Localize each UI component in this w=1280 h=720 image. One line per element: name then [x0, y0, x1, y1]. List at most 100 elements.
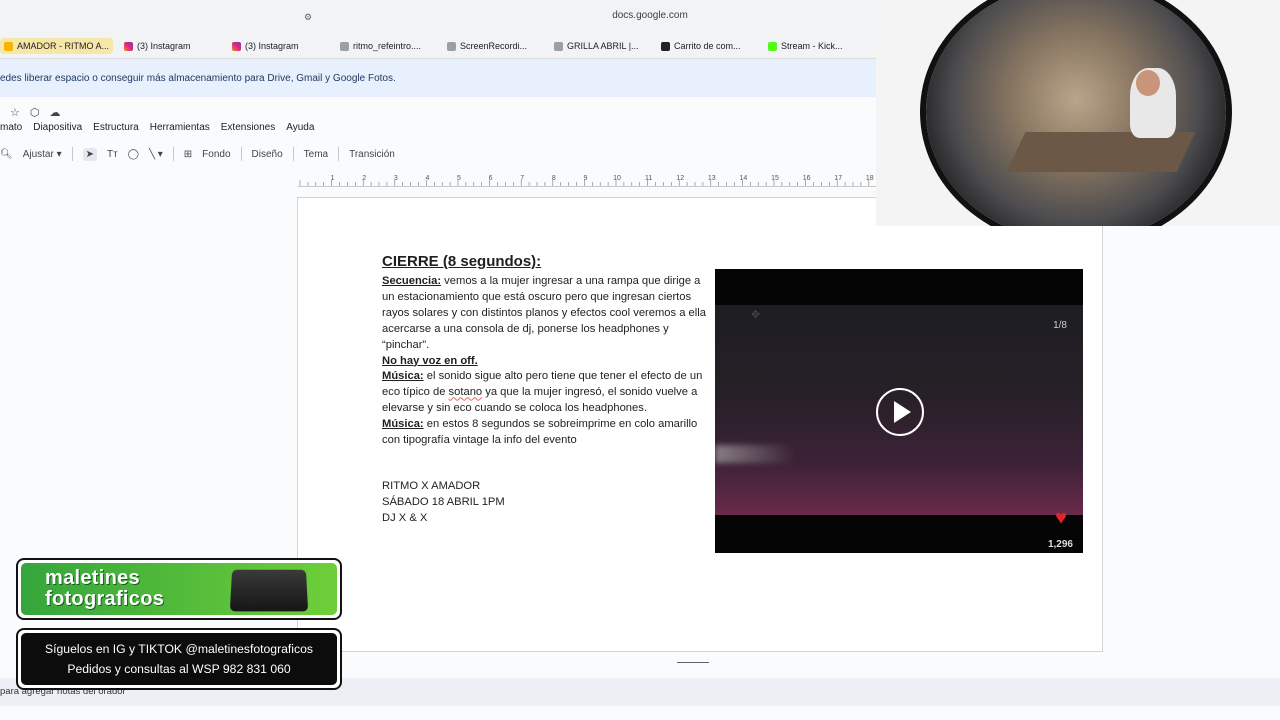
ruler-label: 2 — [362, 175, 366, 182]
promo-brand-line: maletines — [45, 567, 140, 589]
video-counter: 1/8 — [1053, 320, 1067, 331]
event-line: DJ X & X — [382, 511, 428, 524]
cloud-icon[interactable]: ☁ — [49, 106, 60, 119]
slide-body-text[interactable]: Secuencia: vemos a la mujer ingresar a u… — [382, 274, 712, 449]
toolbar-separator — [338, 147, 340, 161]
storage-banner-text: edes liberar espacio o conseguir más alm… — [0, 73, 396, 84]
instagram-icon — [232, 41, 241, 51]
musica-label: Música: — [382, 370, 424, 383]
instagram-icon — [124, 41, 133, 51]
ruler-label: 7 — [520, 175, 524, 182]
diseno-button[interactable]: Diseño — [252, 149, 283, 160]
ruler-ticks: 1 2 3 4 5 6 7 8 9 10 11 12 13 14 15 16 17 18 — [299, 175, 874, 186]
embedded-video[interactable]: 1/8 ♥ 1,296 — [715, 269, 1083, 553]
toolbar-separator — [292, 147, 294, 161]
social-banner-inner: Síguelos en IG y TIKTOK @maletinesfotogr… — [21, 633, 337, 685]
ruler-label: 4 — [425, 175, 429, 182]
cart-icon — [661, 41, 670, 51]
tab-amador[interactable]: AMADOR - RITMO A... — [0, 38, 114, 54]
tab-label: (3) Instagram — [245, 41, 299, 51]
text-box-icon[interactable]: Tт — [107, 149, 118, 160]
tab-instagram-1[interactable]: (3) Instagram — [124, 38, 191, 54]
misspelled-word: sotano — [448, 386, 483, 399]
fondo-button[interactable]: Fondo — [202, 149, 230, 160]
transicion-button[interactable]: Transición — [349, 149, 395, 160]
promo-brand: maletines fotograficos — [45, 568, 164, 610]
camera-case-image — [229, 569, 309, 612]
tab-ritmo-refeintro[interactable]: ritmo_refeintro.... — [340, 38, 421, 54]
drive-move-icon[interactable]: ⬡ — [30, 106, 40, 119]
toolbar-separator — [71, 147, 73, 161]
ruler-label: 18 — [866, 175, 874, 182]
line-icon[interactable]: ╲ ▾ — [149, 149, 163, 160]
zoom-label: Ajustar — [22, 148, 54, 160]
tema-button[interactable]: Tema — [304, 149, 328, 160]
tab-instagram-2[interactable]: (3) Instagram — [232, 38, 299, 54]
tab-label: Carrito de com... — [674, 41, 741, 51]
promo-brand-line: fotograficos — [45, 588, 165, 610]
menu-extensiones[interactable]: Extensiones — [221, 122, 275, 133]
webcam-head — [1136, 70, 1160, 96]
menu-ayuda[interactable]: Ayuda — [286, 122, 314, 133]
tab-grilla-abril[interactable]: GRILLA ABRIL |... — [554, 38, 639, 54]
tab-label: (3) Instagram — [137, 41, 191, 51]
horizontal-ruler[interactable]: 1 2 3 4 5 6 7 8 9 10 11 12 13 14 15 16 17 18 — [298, 172, 876, 187]
ruler-label: 14 — [740, 175, 748, 182]
ruler-label: 17 — [834, 175, 842, 182]
musica-text: en estos 8 segundos se sobreimprime en c… — [382, 418, 698, 447]
menu-formato[interactable]: mato — [0, 122, 22, 133]
ruler-label: 10 — [613, 175, 621, 182]
slide-title[interactable]: CIERRE (8 segundos): — [382, 253, 541, 270]
comment-icon[interactable]: ⊞ — [184, 149, 192, 160]
shape-icon[interactable]: ◯ — [128, 149, 139, 160]
no-voz-text: No hay voz en off. — [382, 354, 478, 367]
zoom-select[interactable]: Ajustar ▾ — [23, 149, 62, 160]
tab-carrito[interactable]: Carrito de com... — [661, 38, 741, 54]
light-beam — [715, 445, 795, 463]
social-banner: Síguelos en IG y TIKTOK @maletinesfotogr… — [16, 628, 342, 690]
google-icon — [554, 41, 563, 51]
tab-label: GRILLA ABRIL |... — [567, 41, 639, 51]
tab-label: ScreenRecordi... — [460, 41, 528, 51]
promo-banner: maletines fotograficos — [16, 558, 342, 620]
ruler-label: 13 — [708, 175, 716, 182]
notes-resize-handle[interactable] — [677, 662, 709, 663]
kick-icon — [768, 41, 777, 51]
play-button[interactable] — [876, 388, 924, 436]
event-line: SÁBADO 18 ABRIL 1PM — [382, 495, 505, 508]
menu-diapositiva[interactable]: Diapositiva — [33, 122, 82, 133]
star-icon[interactable]: ☆ — [10, 106, 20, 119]
move-cursor-icon: ✥ — [751, 309, 761, 321]
url-text[interactable]: docs.google.com — [560, 10, 740, 21]
promo-banner-inner: maletines fotograficos — [21, 563, 337, 615]
tab-label: AMADOR - RITMO A... — [17, 41, 110, 51]
ruler-label: 12 — [676, 175, 684, 182]
likes-count: 1,296 — [1047, 539, 1073, 550]
google-icon — [447, 41, 456, 51]
menu-estructura[interactable]: Estructura — [93, 122, 139, 133]
tab-stream-kick[interactable]: Stream - Kick... — [768, 38, 843, 54]
social-line: Pedidos y consultas al WSP 982 831 060 — [67, 662, 291, 676]
select-cursor-icon[interactable]: ➤ — [82, 147, 98, 161]
menu-herramientas[interactable]: Herramientas — [150, 122, 210, 133]
tab-label: ritmo_refeintro.... — [353, 41, 422, 51]
slides-icon — [4, 41, 13, 51]
ruler-label: 6 — [489, 175, 493, 182]
ruler-label: 5 — [457, 175, 461, 182]
toolbar-separator — [172, 147, 174, 161]
play-icon — [894, 401, 911, 423]
event-info-text[interactable]: RITMO X AMADOR SÁBADO 18 ABRIL 1PM DJ X … — [382, 479, 505, 527]
doc-quick-icons: ☆ ⬡ ☁ — [10, 106, 60, 119]
heart-icon: ♥ — [1055, 507, 1067, 529]
tab-screenrecording[interactable]: ScreenRecordi... — [447, 38, 527, 54]
toolbar-separator — [240, 147, 242, 161]
event-line: RITMO X AMADOR — [382, 480, 481, 492]
ruler-label: 8 — [552, 175, 556, 182]
google-icon — [340, 41, 349, 51]
musica-label: Música: — [382, 418, 424, 431]
menu-bar: mato Diapositiva Estructura Herramientas… — [0, 122, 314, 133]
webcam-overlay — [876, 0, 1280, 226]
ruler-label: 3 — [394, 175, 398, 182]
site-settings-icon[interactable]: ⚙ — [304, 12, 314, 22]
zoom-icon[interactable]: 🔍︎ — [0, 149, 13, 160]
